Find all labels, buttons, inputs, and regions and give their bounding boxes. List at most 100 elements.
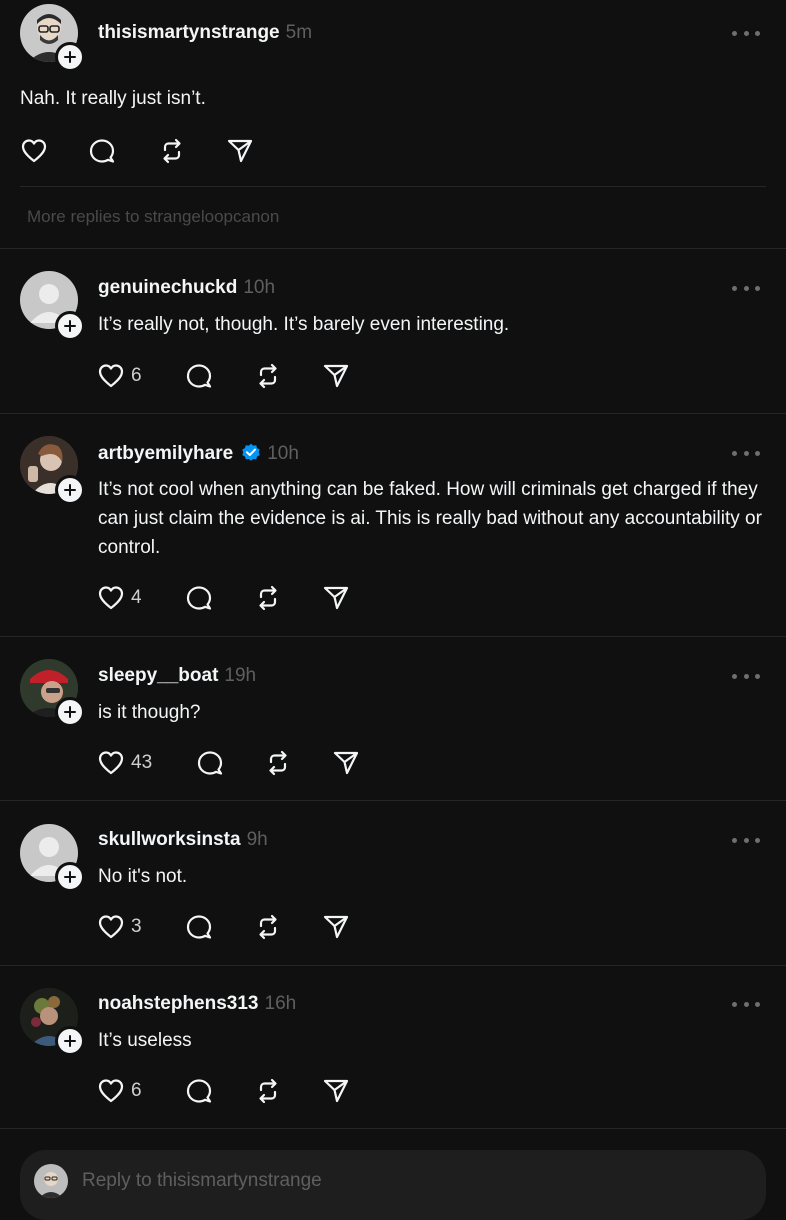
repost-icon	[259, 914, 277, 940]
username-text[interactable]: sleepy__boat	[98, 665, 218, 686]
share-button[interactable]	[332, 748, 360, 778]
verified-badge-icon	[242, 443, 260, 461]
reply-username-row: genuinechuckd 10h	[98, 277, 275, 299]
follow-plus-icon[interactable]	[55, 1026, 85, 1056]
comment-bubble-icon	[89, 139, 115, 163]
more-options-icon[interactable]	[732, 835, 760, 845]
username-text[interactable]: artbyemilyhare	[98, 443, 233, 464]
reply-text: It’s useless	[98, 1030, 192, 1051]
like-button[interactable]: 6	[97, 1076, 142, 1106]
repost-button[interactable]	[254, 1076, 282, 1106]
share-button[interactable]	[322, 361, 350, 391]
heart-icon	[98, 1079, 124, 1103]
follow-plus-icon[interactable]	[55, 311, 85, 341]
comment-bubble-icon	[186, 1079, 212, 1103]
comment-bubble-icon	[186, 364, 212, 388]
heart-icon	[98, 751, 124, 775]
comment-bubble-icon	[197, 751, 223, 775]
post-text: Nah. It really just isn’t.	[20, 88, 206, 109]
divider	[0, 800, 786, 801]
divider	[0, 965, 786, 966]
avatar	[34, 1164, 68, 1198]
divider	[20, 186, 766, 187]
send-icon	[323, 1079, 349, 1103]
share-button[interactable]	[322, 583, 350, 613]
reply-actions: 43	[97, 748, 377, 778]
username-text[interactable]: noahstephens313	[98, 993, 259, 1014]
reply-actions: 3	[97, 912, 357, 942]
comment-button[interactable]	[185, 583, 213, 613]
follow-plus-icon[interactable]	[55, 475, 85, 505]
repost-icon	[269, 750, 287, 776]
username-text[interactable]: skullworksinsta	[98, 829, 241, 850]
heart-icon	[21, 139, 47, 163]
reply-username-row: noahstephens313 16h	[98, 993, 296, 1015]
reply-time: 19h	[224, 665, 257, 686]
send-icon	[227, 139, 253, 163]
follow-plus-icon[interactable]	[55, 697, 85, 727]
like-button[interactable]: 6	[97, 361, 142, 391]
like-button[interactable]: 43	[97, 748, 152, 778]
share-button[interactable]	[322, 1076, 350, 1106]
reply-username-row: artbyemilyhare 10h	[98, 442, 299, 465]
reply-input-placeholder[interactable]: Reply to thisismartynstrange	[82, 1170, 322, 1192]
divider	[0, 636, 786, 637]
heart-icon	[98, 586, 124, 610]
reply-actions: 4	[97, 583, 357, 613]
more-options-icon[interactable]	[732, 999, 760, 1009]
repost-icon	[163, 138, 181, 164]
reply-actions: 6	[97, 1076, 357, 1106]
like-button[interactable]	[20, 136, 48, 166]
repost-button[interactable]	[264, 748, 292, 778]
share-button[interactable]	[226, 136, 254, 166]
comment-bubble-icon	[186, 586, 212, 610]
reply-text: It’s really not, though. It’s barely eve…	[98, 314, 510, 335]
repost-icon	[259, 1078, 277, 1104]
repost-button[interactable]	[254, 583, 282, 613]
reply-actions: 6	[97, 361, 357, 391]
reply-input-bar[interactable]: Reply to thisismartynstrange	[20, 1150, 766, 1220]
follow-plus-icon[interactable]	[55, 42, 85, 72]
repost-icon	[259, 585, 277, 611]
reply-text: No it's not.	[98, 866, 188, 887]
comment-button[interactable]	[185, 361, 213, 391]
send-icon	[323, 364, 349, 388]
repost-button[interactable]	[254, 912, 282, 942]
divider	[0, 1128, 786, 1129]
comment-button[interactable]	[196, 748, 224, 778]
like-button[interactable]: 3	[97, 912, 142, 942]
reply-username-row: sleepy__boat 19h	[98, 665, 256, 687]
username-text[interactable]: thisismartynstrange	[98, 22, 280, 43]
more-options-icon[interactable]	[732, 283, 760, 293]
like-button[interactable]: 4	[97, 583, 142, 613]
send-icon	[323, 915, 349, 939]
share-button[interactable]	[322, 912, 350, 942]
like-count: 6	[131, 1080, 142, 1101]
heart-icon	[98, 364, 124, 388]
reply-time: 10h	[267, 443, 299, 464]
send-icon	[333, 751, 359, 775]
reply-time: 16h	[264, 993, 297, 1014]
comment-bubble-icon	[186, 915, 212, 939]
reply-text: It’s not cool when anything can be faked…	[98, 479, 762, 558]
reply-username-row: skullworksinsta 9h	[98, 829, 268, 851]
reply-time: 10h	[243, 277, 276, 298]
username-text[interactable]: genuinechuckd	[98, 277, 237, 298]
like-count: 43	[131, 752, 153, 773]
more-options-icon[interactable]	[732, 448, 760, 458]
follow-plus-icon[interactable]	[55, 862, 85, 892]
divider	[0, 248, 786, 249]
repost-button[interactable]	[254, 361, 282, 391]
more-options-icon[interactable]	[732, 28, 760, 38]
reply-time: 9h	[246, 829, 268, 850]
comment-button[interactable]	[185, 912, 213, 942]
post-actions	[20, 136, 280, 166]
comment-button[interactable]	[88, 136, 116, 166]
send-icon	[323, 586, 349, 610]
repost-button[interactable]	[158, 136, 186, 166]
comment-button[interactable]	[185, 1076, 213, 1106]
like-count: 3	[131, 916, 142, 937]
post-username[interactable]: thisismartynstrange 5m	[98, 22, 312, 44]
more-replies-link[interactable]: More replies to strangeloopcanon	[27, 207, 279, 227]
more-options-icon[interactable]	[732, 671, 760, 681]
